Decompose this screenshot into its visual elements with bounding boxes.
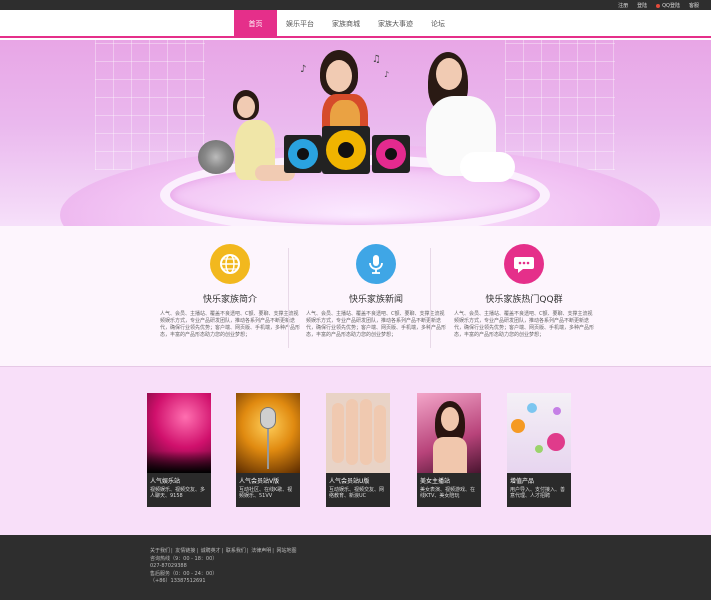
feature-intro-title[interactable]: 快乐家族简介 bbox=[160, 292, 300, 305]
top-links: 注册 登陆 QQ登陆 客服 bbox=[618, 2, 699, 9]
feature-news-title[interactable]: 快乐家族新闻 bbox=[306, 292, 446, 305]
model-right bbox=[420, 52, 515, 192]
speaker-blue bbox=[284, 135, 322, 173]
feature-intro-text: 人气、会员、主播站、覆盖不良透吧、C额、要聊、支撑主流视频娱乐方式，专业产品研发… bbox=[160, 311, 301, 338]
product-desc: 互动社区、在线K歌、视频娱乐、51VV bbox=[239, 487, 293, 499]
footer-link-about[interactable]: 关于我们 bbox=[150, 548, 170, 554]
product-card[interactable]: 人气娱乐站 视频娱乐、视频交友、多人聊天、9158 bbox=[147, 393, 211, 507]
product-desc: 视频娱乐、视频交友、多人聊天、9158 bbox=[150, 487, 206, 499]
globe-icon bbox=[210, 244, 250, 284]
feature-qq-groups-title[interactable]: 快乐家族热门QQ群 bbox=[454, 292, 594, 305]
product-title: 美女主播站 bbox=[420, 478, 451, 485]
speaker-pink bbox=[372, 135, 410, 173]
products-section: 人气娱乐站 视频娱乐、视频交友、多人聊天、9158 人气会员站V版 互动社区、在… bbox=[0, 367, 711, 535]
footer-link-contact[interactable]: 联系我们 bbox=[226, 548, 246, 554]
footer-service-phone: （+86）13387512691 bbox=[150, 578, 206, 584]
feature-news-text: 人气、会员、主播站、覆盖不良透吧、C额、要聊、支撑主流视频娱乐方式，专业产品研发… bbox=[306, 311, 447, 338]
product-title: 增值产品 bbox=[510, 478, 535, 485]
login-link[interactable]: 登陆 bbox=[637, 2, 647, 9]
music-note-icon: ♪ bbox=[300, 64, 307, 75]
speaker-yellow bbox=[322, 126, 370, 174]
divider bbox=[430, 248, 431, 348]
features-section: 快乐家族简介 人气、会员、主播站、覆盖不良透吧、C额、要聊、支撑主流视频娱乐方式… bbox=[0, 226, 711, 366]
product-image bbox=[236, 393, 300, 473]
footer-links: 关于我们| 友情链接| 诚聘英才| 联系我们| 法律声明| 网站地图 bbox=[150, 548, 297, 554]
footer-link-legal[interactable]: 法律声明 bbox=[251, 548, 271, 554]
product-image bbox=[417, 393, 481, 473]
product-desc: 美女表演、视频游戏、在线KTV、美女陪玩 bbox=[420, 487, 476, 499]
register-link[interactable]: 注册 bbox=[618, 2, 628, 9]
product-card[interactable]: 美女主播站 美女表演、视频游戏、在线KTV、美女陪玩 bbox=[417, 393, 481, 507]
chat-bubble-icon bbox=[504, 244, 544, 284]
main-nav: 首页 娱乐平台 家族商城 家族大事迹 论坛 bbox=[0, 10, 711, 38]
product-title: 人气会员站U版 bbox=[329, 478, 370, 485]
product-image bbox=[147, 393, 211, 473]
footer-hotline-phone: 027-87029388 bbox=[150, 563, 187, 569]
customer-service-link[interactable]: 客服 bbox=[689, 2, 699, 9]
banner-wall-left bbox=[95, 40, 205, 170]
footer-hotline-hours: 咨询热线（9：00 - 18：00） bbox=[150, 555, 218, 562]
product-title: 人气娱乐站 bbox=[150, 478, 181, 485]
nav-item-home[interactable]: 首页 bbox=[234, 10, 277, 38]
microphone-icon bbox=[356, 244, 396, 284]
footer-link-jobs[interactable]: 诚聘英才 bbox=[201, 548, 221, 554]
footer: 关于我们| 友情链接| 诚聘英才| 联系我们| 法律声明| 网站地图 咨询热线（… bbox=[0, 535, 711, 600]
banner-wall-right bbox=[505, 40, 615, 170]
feature-news: 快乐家族新闻 人气、会员、主播站、覆盖不良透吧、C额、要聊、支撑主流视频娱乐方式… bbox=[306, 244, 446, 339]
qq-login-link[interactable]: QQ登陆 bbox=[656, 2, 680, 9]
feature-intro: 快乐家族简介 人气、会员、主播站、覆盖不良透吧、C额、要聊、支撑主流视频娱乐方式… bbox=[160, 244, 300, 339]
product-image bbox=[507, 393, 571, 473]
nav-item-entertainment[interactable]: 娱乐平台 bbox=[277, 10, 323, 38]
qq-icon bbox=[656, 3, 661, 8]
product-card[interactable]: 人气会员站U版 互动娱乐、视频交友、网络教育、新浪UC bbox=[326, 393, 390, 507]
music-note-icon: ♪ bbox=[384, 70, 390, 79]
product-card[interactable]: 增值产品 用户导入、支付接入、善意代理、人才招聘 bbox=[507, 393, 571, 507]
product-image bbox=[326, 393, 390, 473]
footer-link-friends[interactable]: 友情链接 bbox=[175, 548, 195, 554]
footer-service-hours: 售后服务（0：00 - 24：00） bbox=[150, 570, 218, 577]
divider bbox=[288, 248, 289, 348]
nav-item-forum[interactable]: 论坛 bbox=[422, 10, 454, 38]
feature-qq-groups-text: 人气、会员、主播站、覆盖不良透吧、C额、要聊、支撑主流视频娱乐方式，专业产品研发… bbox=[454, 311, 595, 338]
qq-login-label: QQ登陆 bbox=[662, 3, 680, 9]
feature-qq-groups: 快乐家族热门QQ群 人气、会员、主播站、覆盖不良透吧、C额、要聊、支撑主流视频娱… bbox=[454, 244, 594, 339]
hero-banner[interactable]: ♪ ♫ ♪ bbox=[0, 40, 711, 226]
footer-link-sitemap[interactable]: 网站地图 bbox=[276, 548, 296, 554]
product-desc: 互动娱乐、视频交友、网络教育、新浪UC bbox=[329, 487, 385, 499]
product-title: 人气会员站V版 bbox=[239, 478, 280, 485]
top-utility-bar: 注册 登陆 QQ登陆 客服 bbox=[0, 0, 711, 10]
product-desc: 用户导入、支付接入、善意代理、人才招聘 bbox=[510, 487, 566, 499]
nav-item-history[interactable]: 家族大事迹 bbox=[369, 10, 422, 38]
product-card[interactable]: 人气会员站V版 互动社区、在线K歌、视频娱乐、51VV bbox=[236, 393, 300, 507]
nav-item-mall[interactable]: 家族商城 bbox=[323, 10, 369, 38]
